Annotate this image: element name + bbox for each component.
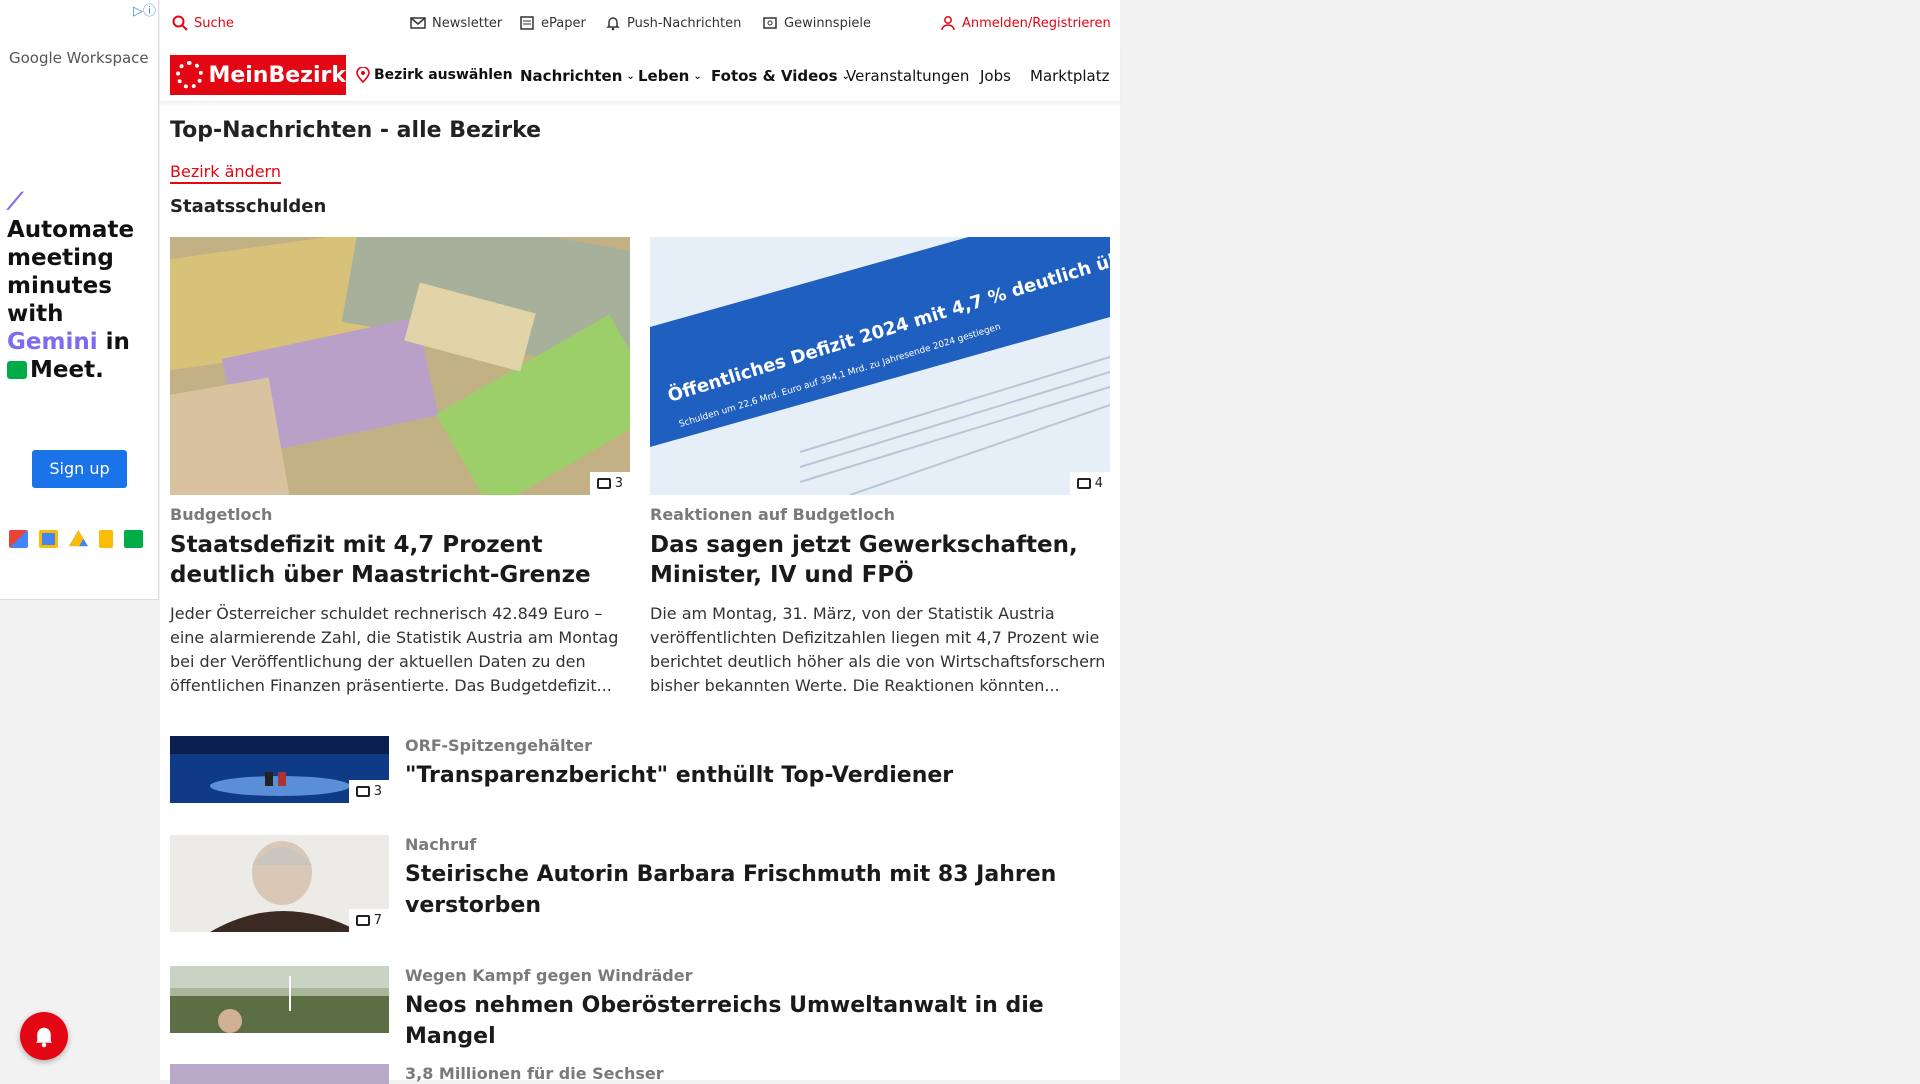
article-headline[interactable]: Staatsdefizit mit 4,7 Prozent deutlich ü…	[170, 530, 630, 590]
meet-icon	[124, 530, 143, 548]
search-icon	[172, 15, 188, 31]
chevron-down-icon: ⌄	[626, 70, 635, 82]
gallery-icon	[355, 915, 370, 926]
ad-signup-button[interactable]: Sign up	[32, 450, 127, 488]
drive-icon	[69, 530, 88, 547]
ad-brand-logo: Google Workspace	[9, 49, 149, 67]
section-title: Staatsschulden	[170, 196, 327, 217]
article-kicker: Wegen Kampf gegen Windräder	[405, 966, 693, 985]
article-thumbnail[interactable]: 7	[170, 835, 389, 932]
article-image[interactable]: Öffentliches Defizit 2024 mit 4,7 % deut…	[650, 237, 1110, 495]
mail-icon	[410, 17, 426, 29]
user-icon	[941, 16, 955, 31]
change-district-link[interactable]: Bezirk ändern	[170, 162, 281, 184]
page-column: Suche Newsletter ePaper Push-Nachrichten…	[160, 0, 1120, 1084]
article-thumbnail[interactable]: 3	[170, 736, 389, 803]
nav-veranstaltungen[interactable]: Veranstaltungen	[846, 67, 969, 85]
article-kicker: 3,8 Millionen für die Sechser	[405, 1064, 664, 1083]
image-count-badge: 7	[348, 909, 389, 932]
newsletter-link[interactable]: Newsletter	[410, 15, 502, 31]
bell-icon	[606, 17, 620, 31]
article-kicker: Nachruf	[405, 835, 477, 854]
ticket-icon	[763, 17, 777, 29]
login-link[interactable]: Anmelden/Registrieren	[940, 15, 1111, 31]
meet-icon	[7, 361, 27, 379]
article-kicker: Reaktionen auf Budgetloch	[650, 505, 895, 524]
article-headline[interactable]: Steirische Autorin Barbara Frischmuth mi…	[405, 859, 1105, 921]
page-title: Top-Nachrichten - alle Bezirke	[170, 118, 542, 143]
gallery-icon	[355, 786, 370, 797]
bell-icon	[35, 1027, 53, 1048]
gmail-icon	[9, 530, 28, 548]
ad-banner[interactable]: ▷ⓘ Google Workspace ⟋ Automate meeting m…	[0, 0, 159, 600]
nav-jobs[interactable]: Jobs	[980, 67, 1011, 85]
ad-headline: ⟋ Automate meeting minutes with Gemini i…	[7, 189, 135, 383]
article-thumbnail[interactable]	[170, 1064, 389, 1084]
nav-fotos-videos[interactable]: Fotos & Videos ⌄	[711, 67, 850, 85]
search-link[interactable]: Suche	[172, 15, 234, 31]
newspaper-icon	[520, 16, 534, 30]
article-kicker: Budgetloch	[170, 505, 273, 524]
image-count-badge: 4	[1069, 472, 1110, 495]
district-select[interactable]: Bezirk auswählen	[356, 67, 513, 83]
article-teaser: Die am Montag, 31. März, von der Statist…	[650, 604, 1106, 695]
article-thumbnail[interactable]	[170, 966, 389, 1033]
nav-marktplatz[interactable]: Marktplatz	[1030, 67, 1110, 85]
ad-app-icons	[9, 530, 143, 548]
contests-link[interactable]: Gewinnspiele	[762, 15, 871, 31]
location-pin-icon	[356, 67, 370, 83]
nav-leben[interactable]: Leben ⌄	[638, 67, 702, 85]
article-teaser: Jeder Österreicher schuldet rechnerisch …	[170, 604, 619, 695]
image-count-badge: 3	[589, 472, 630, 495]
article-headline[interactable]: Das sagen jetzt Gewerkschaften, Minister…	[650, 530, 1110, 590]
logo-sun-icon	[176, 61, 204, 89]
gallery-icon	[1076, 478, 1091, 489]
ad-choices-icon[interactable]: ▷ⓘ	[133, 0, 156, 19]
site-logo[interactable]: MeinBezirk	[170, 55, 346, 95]
article-image[interactable]: 3	[170, 237, 630, 495]
top-utility-bar: Suche Newsletter ePaper Push-Nachrichten…	[160, 0, 1120, 48]
article-kicker: ORF-Spitzengehälter	[405, 736, 593, 755]
push-notifications-link[interactable]: Push-Nachrichten	[605, 15, 741, 31]
chevron-down-icon: ⌄	[693, 70, 702, 82]
article-headline[interactable]: Neos nehmen Oberösterreichs Umweltanwalt…	[405, 990, 1105, 1052]
epaper-link[interactable]: ePaper	[519, 15, 586, 31]
nav-nachrichten[interactable]: Nachrichten ⌄	[520, 67, 635, 85]
keep-icon	[99, 530, 113, 548]
notification-bell-button[interactable]	[20, 1012, 68, 1060]
image-count-badge: 3	[348, 780, 389, 803]
sparkle-icon: ⟋	[7, 189, 24, 215]
article-headline[interactable]: "Transparenzbericht" enthüllt Top-Verdie…	[405, 760, 1105, 791]
gallery-icon	[596, 478, 611, 489]
featured-article-1[interactable]: 3 Budgetloch Staatsdefizit mit 4,7 Proze…	[170, 237, 630, 698]
featured-article-2[interactable]: Öffentliches Defizit 2024 mit 4,7 % deut…	[650, 237, 1110, 698]
calendar-icon	[39, 530, 58, 548]
main-navigation: MeinBezirk Bezirk auswählen Nachrichten ⌄…	[160, 48, 1120, 102]
